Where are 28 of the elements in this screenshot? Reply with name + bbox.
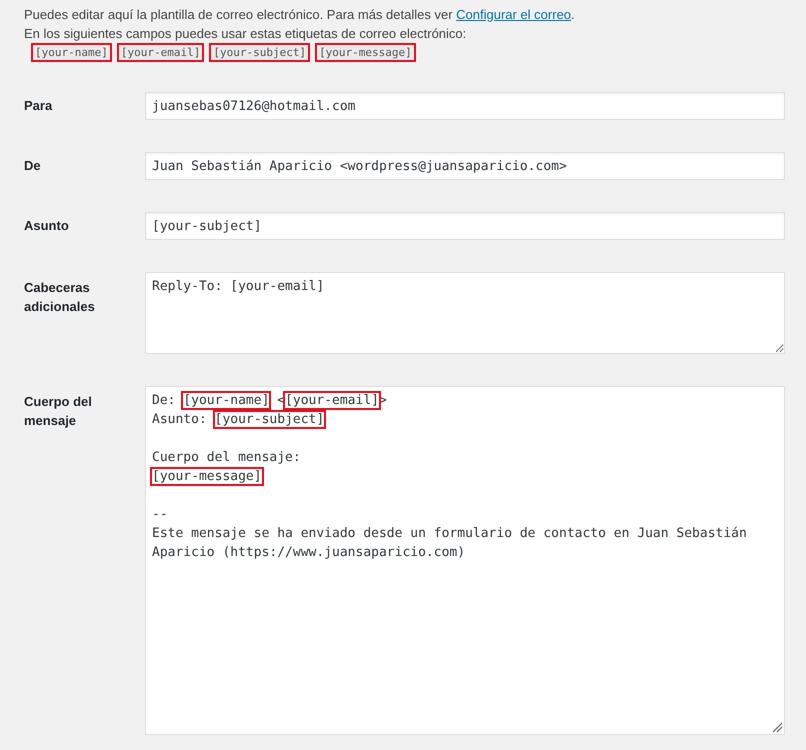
message-text: Asunto: (152, 412, 208, 427)
mail-tag: [your-email] (116, 43, 204, 62)
mail-tag: [your-message] (152, 469, 262, 484)
message-textarea[interactable] (145, 386, 785, 735)
intro-text: Puedes editar aquí la plantilla de correo electrónico. Para más detalles ver Configurar el correo. (24, 6, 576, 24)
field-label: Asunto (24, 217, 70, 235)
tags-hint: En los siguientes campos puedes usar estas etiquetas de correo electrónico: (24, 25, 468, 43)
mail-tag: [your-subject] (209, 43, 310, 62)
settings-link[interactable]: Configurar el correo (456, 7, 572, 22)
mail-tag: [your-name] (31, 43, 112, 62)
field-label: Cabeceras adicionales (24, 279, 96, 316)
message-text: -- (152, 507, 168, 522)
message-text: Aparicio (https://www.juansaparicio.com) (152, 545, 466, 560)
mail-tag: [your-subject] (214, 412, 324, 427)
text-field[interactable]: juansebas07126@hotmail.com (145, 92, 785, 120)
headers-textarea[interactable]: Reply-To: [your-email] (145, 272, 785, 354)
text-field[interactable]: Juan Sebastián Aparicio <wordpress@juansaparicio.com> (145, 152, 785, 180)
resize-grip-icon[interactable] (772, 722, 783, 733)
mail-tag: [your-message] (315, 43, 416, 62)
mail-tag: [your-name] (183, 393, 270, 408)
field-label: De (24, 157, 42, 175)
message-text: Cuerpo del mensaje: (152, 450, 301, 465)
message-text: Este mensaje se ha enviado desde un formulario de contacto en Juan Sebastián (152, 526, 747, 541)
field-label: Cuerpo del mensaje (24, 393, 93, 430)
message-text: De: (152, 393, 176, 408)
mail-tag: [your-email] (285, 393, 379, 408)
text-field[interactable]: [your-subject] (145, 212, 785, 240)
field-label: Para (24, 97, 54, 115)
